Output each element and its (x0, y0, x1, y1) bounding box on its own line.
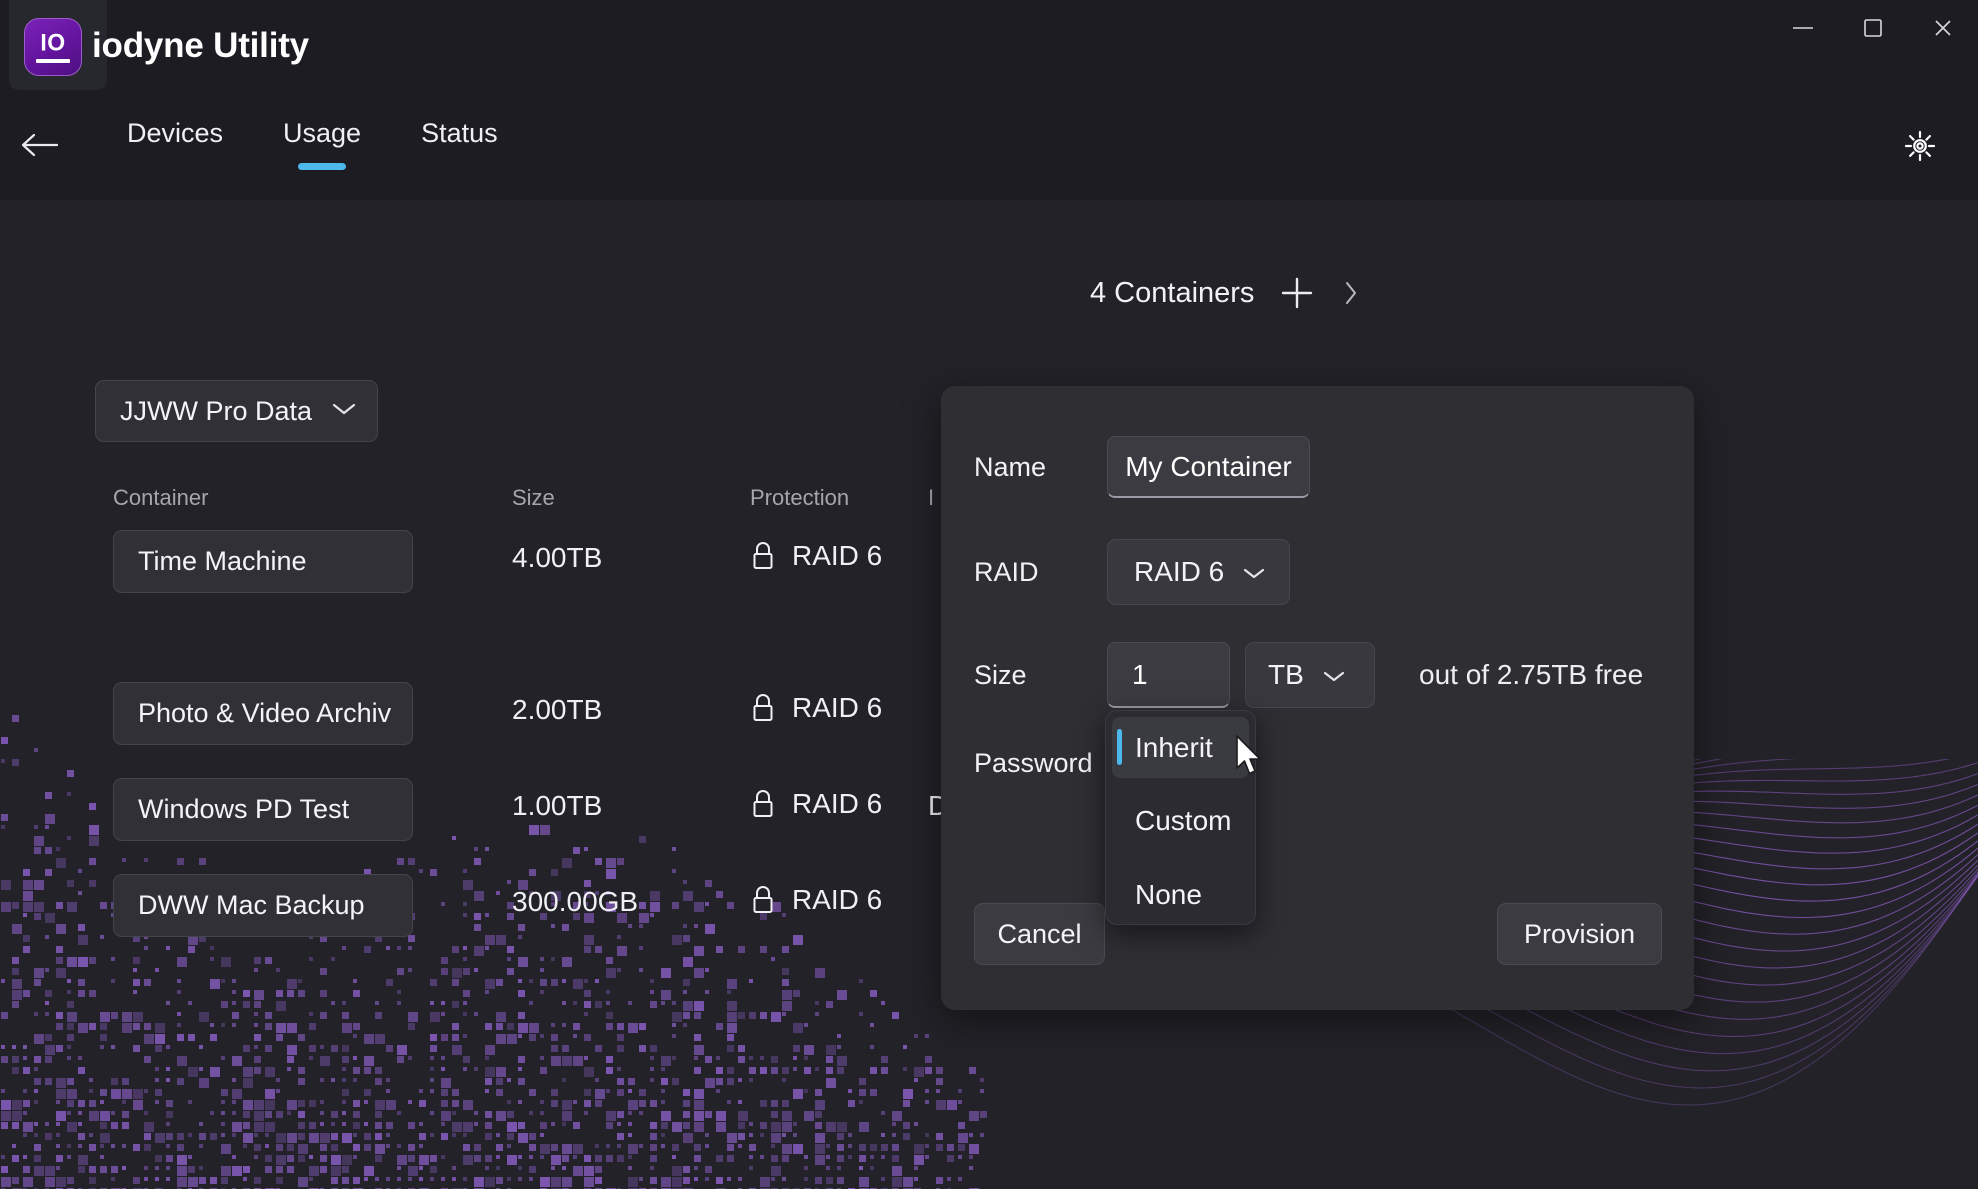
container-protection-cell: RAID 6 (750, 884, 882, 916)
cancel-button[interactable]: Cancel (974, 903, 1105, 965)
size-unit-value: TB (1268, 659, 1304, 690)
back-arrow-icon[interactable] (12, 117, 68, 173)
raid-row: RAID RAID 6 (974, 539, 1290, 605)
password-option-custom[interactable]: Custom (1112, 790, 1249, 851)
container-protection-value: RAID 6 (792, 540, 883, 571)
container-size-value: 1.00TB (512, 790, 603, 821)
close-icon[interactable] (1908, 0, 1978, 56)
containers-count: 4 Containers (1090, 276, 1255, 309)
table-row: Photo & Video Archiv 2.00TB RAID 6 (0, 682, 1100, 777)
tab-status[interactable]: Status (391, 110, 528, 176)
free-space-text: out of 2.75TB free (1419, 659, 1644, 690)
container-name-field[interactable]: Photo & Video Archiv (113, 682, 413, 745)
chevron-right-icon[interactable] (1340, 276, 1362, 310)
app-logo-icon: IO (24, 18, 82, 76)
maximize-icon[interactable] (1838, 0, 1908, 56)
lock-icon (753, 886, 773, 913)
provision-button[interactable]: Provision (1497, 903, 1662, 965)
container-name-value: Time Machine (138, 546, 307, 576)
minimize-icon[interactable] (1768, 0, 1838, 56)
volume-selector[interactable]: JJWW Pro Data (95, 380, 378, 442)
mouse-cursor (1236, 735, 1261, 775)
container-name-field[interactable]: DWW Mac Backup (113, 874, 413, 937)
column-header-protection: Protection (750, 485, 850, 510)
lock-icon (753, 790, 773, 817)
tab-usage-label: Usage (283, 118, 362, 148)
column-header-size: Size (512, 485, 555, 510)
container-name-value: Photo & Video Archiv (138, 698, 392, 728)
size-label: Size (974, 659, 1027, 690)
raid-select-value: RAID 6 (1134, 556, 1225, 587)
tab-active-indicator (298, 163, 347, 170)
tab-usage[interactable]: Usage (253, 110, 391, 176)
password-row: Password (974, 748, 1107, 779)
container-name-input[interactable]: My Container (1107, 436, 1310, 498)
password-dropdown-menu: Inherit Custom None (1105, 710, 1256, 925)
nav-bar: Devices Usage Status (0, 90, 1978, 200)
name-label: Name (974, 451, 1047, 482)
tab-status-label: Status (421, 118, 498, 148)
container-protection-value: RAID 6 (792, 884, 883, 915)
password-option-none[interactable]: None (1112, 864, 1249, 925)
container-name-field[interactable]: Time Machine (113, 530, 413, 593)
raid-select[interactable]: RAID 6 (1107, 539, 1290, 605)
password-option-inherit[interactable]: Inherit (1112, 717, 1249, 778)
plus-icon[interactable] (1276, 272, 1318, 314)
size-input[interactable]: 1 (1107, 642, 1230, 708)
app-window: 4 Containers JJWW Pro Data Container Siz… (0, 0, 1978, 1189)
container-protection-cell: RAID 6 (750, 692, 882, 724)
size-unit-select[interactable]: TB (1245, 642, 1375, 708)
tab-bar: Devices Usage Status (97, 110, 528, 176)
table-row: Windows PD Test 1.00TB RAID 6 D (0, 778, 1100, 873)
provision-container-dialog: Name My Container RAID RAID 6 Size 1 TB … (941, 386, 1694, 1010)
container-name-value: DWW Mac Backup (138, 890, 365, 920)
container-protection-value: RAID 6 (792, 788, 883, 819)
title-bar: IO iodyne Utility (0, 0, 1978, 90)
chevron-down-icon (1242, 556, 1266, 588)
column-header-container: Container (113, 485, 209, 510)
tab-devices-label: Devices (127, 118, 224, 148)
lock-icon (753, 694, 773, 721)
container-protection-cell: RAID 6 (750, 788, 882, 820)
container-name-value: Windows PD Test (138, 794, 350, 824)
size-row: Size 1 TB out of 2.75TB free (974, 642, 1643, 708)
container-protection-cell: RAID 6 (750, 540, 882, 572)
volume-selector-value: JJWW Pro Data (120, 395, 313, 426)
name-row: Name My Container (974, 436, 1310, 498)
container-size-value: 4.00TB (512, 542, 603, 573)
container-name-field[interactable]: Windows PD Test (113, 778, 413, 841)
container-size-value: 300.00GB (512, 886, 639, 917)
table-row: Time Machine 4.00TB RAID 6 (0, 530, 1100, 625)
chevron-down-icon (1322, 659, 1346, 691)
container-protection-value: RAID 6 (792, 692, 883, 723)
containers-header: 4 Containers (1090, 272, 1362, 314)
column-header-truncated: I (928, 485, 935, 510)
container-size-value: 2.00TB (512, 694, 603, 725)
chevron-down-icon (331, 401, 357, 422)
tab-devices[interactable]: Devices (97, 110, 253, 176)
raid-label: RAID (974, 556, 1039, 587)
app-logo-bar (36, 59, 70, 63)
lock-icon (753, 542, 773, 569)
page-title: iodyne Utility (92, 26, 309, 65)
password-label: Password (974, 748, 1093, 778)
gear-icon[interactable] (1892, 118, 1948, 174)
app-logo-glyph: IO (40, 28, 66, 56)
table-row: DWW Mac Backup 300.00GB RAID 6 (0, 874, 1100, 969)
